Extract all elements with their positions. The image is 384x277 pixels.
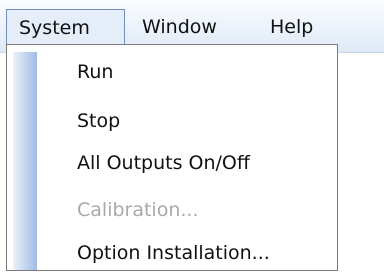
menu-item-calibration: Calibration... — [77, 199, 199, 221]
menu-item-option-installation[interactable]: Option Installation... — [77, 239, 270, 267]
menu-system[interactable]: System — [6, 9, 125, 45]
menu-item-stop[interactable]: Stop — [77, 107, 120, 135]
menu-item-all-outputs[interactable]: All Outputs On/Off — [77, 149, 250, 177]
menu-help[interactable]: Help — [260, 9, 330, 45]
menu-icon-gutter — [13, 52, 37, 270]
menu-item-run[interactable]: Run — [77, 58, 113, 86]
menu-window[interactable]: Window — [138, 9, 248, 45]
